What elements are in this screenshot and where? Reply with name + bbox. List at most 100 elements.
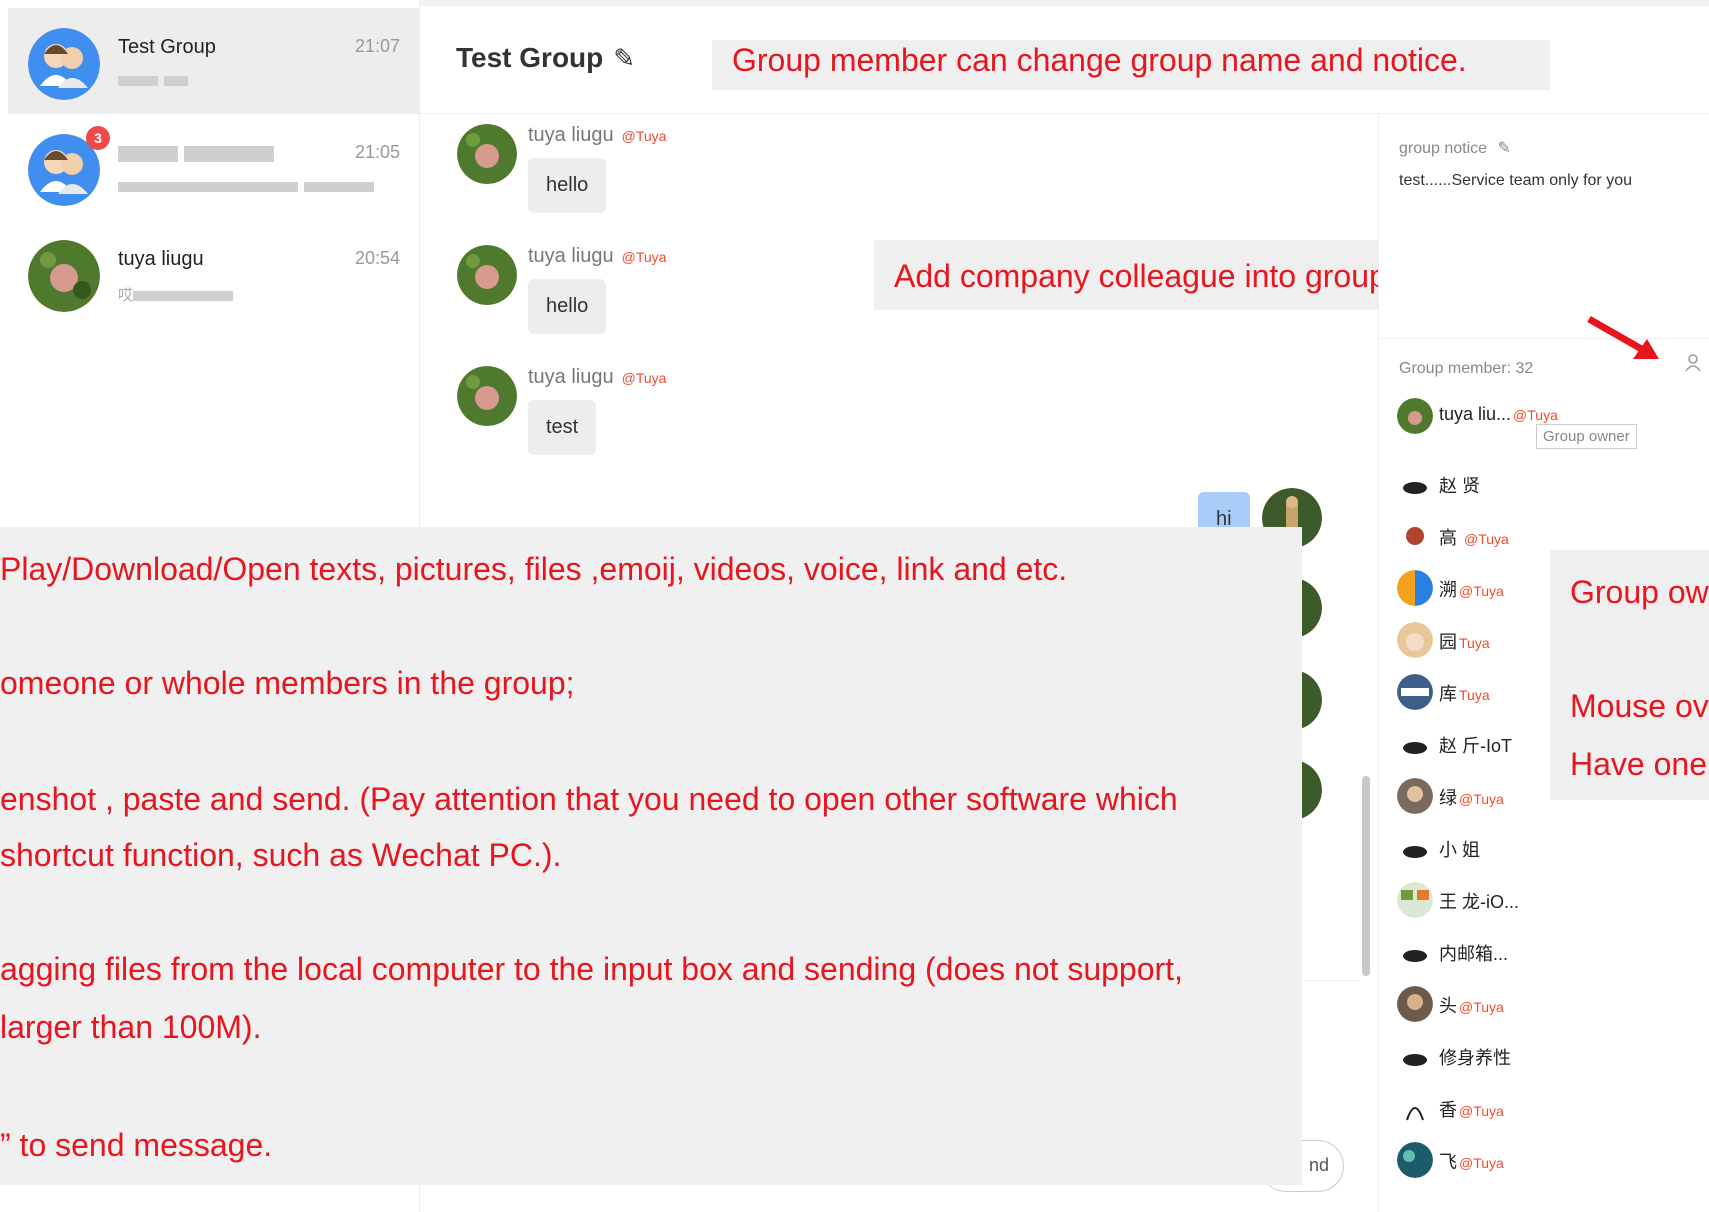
annotation-line: enshot , paste and send. (Pay attention … [0,781,1178,817]
message-bubble[interactable]: hello [528,158,607,213]
member-org: @Tuya [1464,531,1509,547]
member-item[interactable]: 内邮箱... [1397,932,1697,972]
conversation-preview [118,178,380,195]
conversation-time: 21:07 [354,36,400,56]
annotation-text: Group member can change group name and n… [732,42,1467,78]
member-name: 修身养性 [1439,1044,1511,1070]
member-item[interactable]: 绿 @Tuya [1397,776,1557,816]
member-label: 高 [1439,528,1463,548]
member-avatar [1397,398,1433,434]
member-name: 头 @Tuya [1439,992,1504,1018]
member-avatar [1397,1142,1433,1178]
group-notice-title: group notice ✎ [1399,138,1511,158]
member-item[interactable]: 修身养性 [1397,1036,1697,1076]
sender-name: tuya liugu @Tuya [528,245,666,268]
member-org: @Tuya [1459,1103,1504,1119]
annotation-line: larger than 100M). [0,1009,262,1045]
edit-notice-icon[interactable]: ✎ [1498,140,1511,157]
member-avatar [1397,934,1433,970]
member-label: 绿 [1439,788,1457,808]
red-arrow-icon [1587,315,1659,359]
annotation-line: agging files from the local computer to … [0,951,1183,987]
conversation-item-2[interactable]: 3 21:05 [8,114,420,220]
member-label: tuya liu... [1439,404,1512,424]
sender-label: tuya liugu [528,366,614,388]
member-avatar [1397,726,1433,762]
member-label: 园 [1439,632,1457,652]
group-avatar [28,28,100,100]
member-name: 库 Tuya [1439,680,1490,706]
member-item[interactable]: 园 Tuya [1397,620,1557,660]
message-bubble[interactable]: hello [528,279,607,334]
group-notice-text: test......Service team only for you [1399,172,1632,189]
member-item[interactable]: 头 @Tuya [1397,984,1697,1024]
group-name: Test Group [456,42,604,73]
member-avatar [1397,1038,1433,1074]
conversation-name: tuya liugu [118,248,204,270]
member-org: Tuya [1459,635,1490,651]
member-label: 内邮箱... [1439,944,1509,964]
member-avatar [1397,622,1433,658]
annotation-line: omeone or whole members in the group; [0,665,575,701]
group-title[interactable]: Test Group ✎ [456,42,635,74]
conversation-item-tuya-liugu[interactable]: tuya liugu 20:54 哎 [8,220,420,326]
member-org: @Tuya [1459,1155,1504,1171]
preview-text: 哎 [118,287,134,304]
annotation-line: Have one [1570,746,1707,782]
sender-avatar [457,124,517,184]
conversation-name: Test Group [118,36,216,58]
member-item[interactable]: 库 Tuya [1397,672,1557,712]
member-avatar [1397,674,1433,710]
member-org: @Tuya [1459,583,1504,599]
member-label: 赵 斤-IoT [1439,736,1513,756]
member-item[interactable]: 赵 贤 [1397,464,1697,504]
member-count: Group member: 32 [1399,360,1534,377]
member-name: 高 @Tuya [1439,524,1509,550]
annotation-text: Add company colleague into group chat [894,258,1457,294]
sender-name: tuya liugu @Tuya [528,124,666,147]
member-item[interactable]: 香 @Tuya [1397,1088,1697,1128]
member-name: 王 龙-iO... [1439,888,1519,914]
member-label: 头 [1439,996,1457,1016]
notice-label: group notice [1399,140,1488,157]
member-name: 飞 @Tuya [1439,1148,1504,1174]
conversation-time: 21:05 [354,142,400,162]
annotation-line: Group ow [1570,574,1709,610]
annotation-line: Mouse ov [1570,688,1709,724]
sender-label: tuya liugu [528,245,614,267]
member-label: 库 [1439,684,1457,704]
conversation-name [118,142,280,165]
member-org: @Tuya [1459,999,1504,1015]
sender-label: tuya liugu [528,124,614,146]
member-item[interactable]: 小 姐 [1397,828,1697,868]
member-name: 香 @Tuya [1439,1096,1504,1122]
add-member-icon[interactable] [1685,354,1701,377]
member-item[interactable]: 飞 @Tuya [1397,1140,1697,1180]
sender-org: @Tuya [621,370,667,386]
member-item[interactable]: 王 龙-iO... [1397,880,1697,920]
sender-avatar [457,245,517,305]
conversation-item-test-group[interactable]: Test Group 21:07 [8,8,420,114]
member-avatar [1397,986,1433,1022]
user-avatar [28,240,100,312]
member-avatar [1397,1090,1433,1126]
member-name: 内邮箱... [1439,940,1508,966]
member-name: 赵 贤 [1439,472,1480,498]
member-label: 香 [1439,1100,1457,1120]
member-item[interactable]: 溯 @Tuya [1397,568,1557,608]
member-label: 飞 [1439,1152,1457,1172]
member-label: 溯 [1439,580,1457,600]
member-avatar [1397,830,1433,866]
member-label: 修身养性 [1439,1048,1511,1068]
message-bubble[interactable]: test [528,400,597,455]
member-org: @Tuya [1513,407,1558,423]
member-org: @Tuya [1459,791,1504,807]
conversation-preview: 哎 [118,284,239,305]
member-item[interactable]: 赵 斤-IoT [1397,724,1557,764]
annotation-line: shortcut function, such as Wechat PC.). [0,837,562,873]
member-avatar [1397,882,1433,918]
edit-name-icon[interactable]: ✎ [613,43,635,74]
sender-org: @Tuya [621,249,667,265]
annotation-group-owner: Group ow Mouse ov Have one [1550,550,1709,800]
chat-scrollbar[interactable] [1362,776,1370,976]
